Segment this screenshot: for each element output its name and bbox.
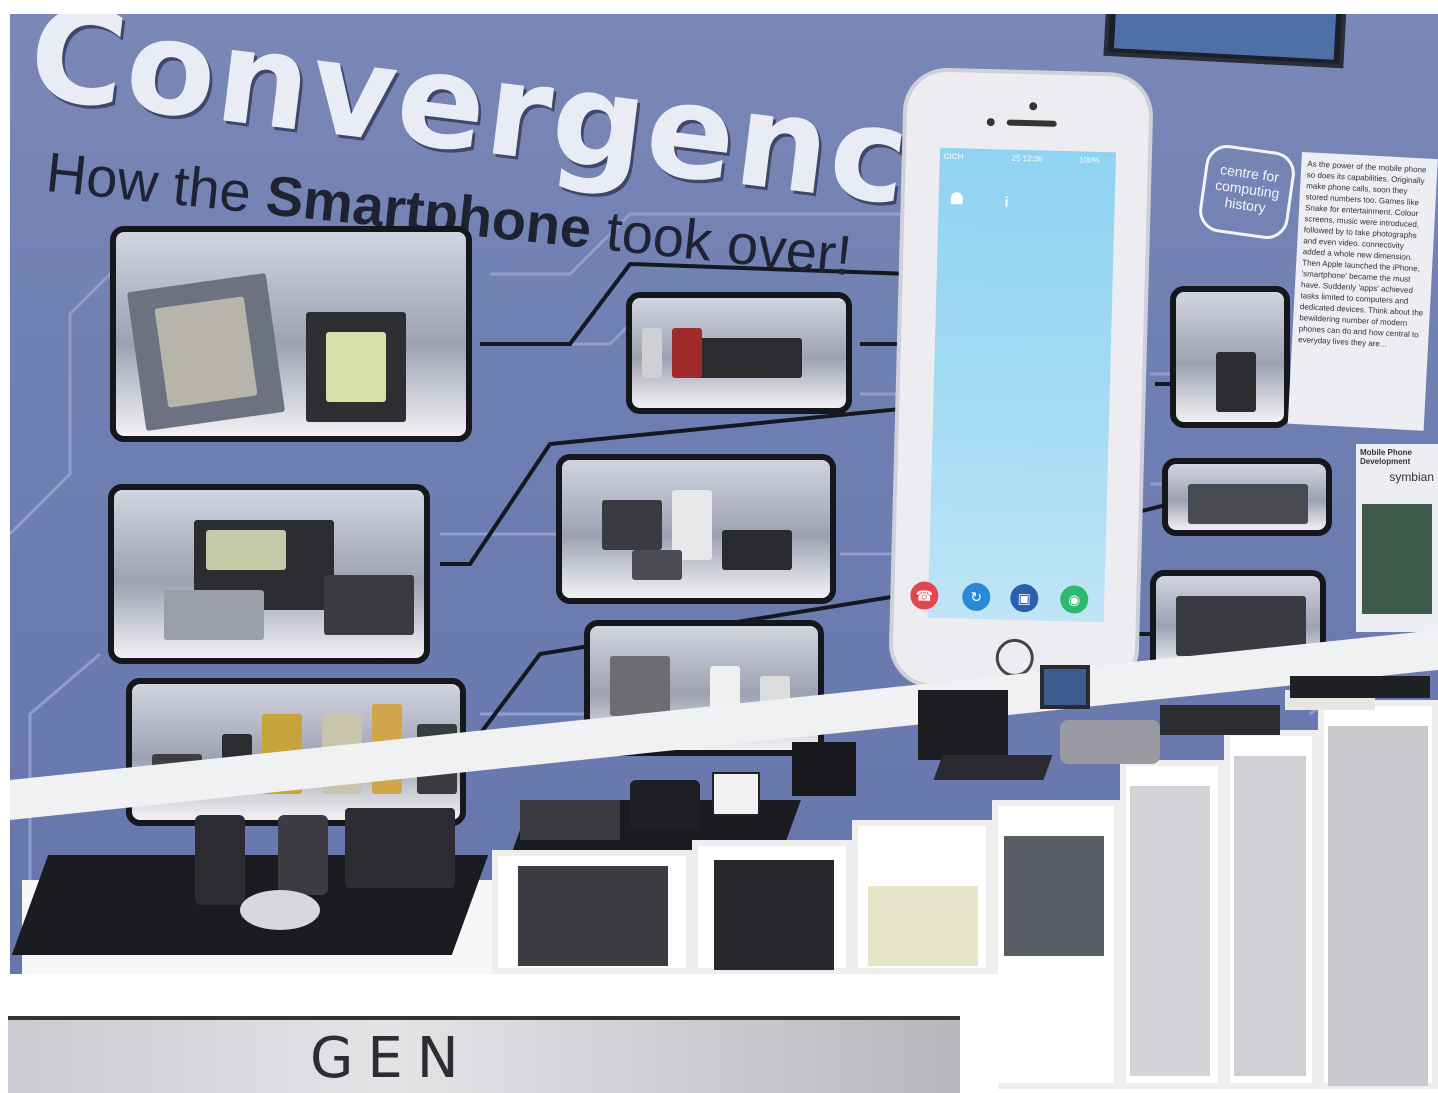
pda-on-counter <box>195 815 245 905</box>
mini-laptop-on-counter <box>345 808 455 888</box>
info-icon: i <box>1004 193 1009 210</box>
display-case-tablets <box>110 226 472 442</box>
camera-on-counter <box>630 780 700 830</box>
clock-label: 25 12:36 <box>1011 153 1043 164</box>
cubby-interior <box>518 866 668 966</box>
display-case-camcorder <box>626 292 852 414</box>
display-case-mobiles <box>1162 458 1332 536</box>
home-computer-device <box>1160 705 1280 735</box>
centre-for-computing-history-logo: centre for computing history <box>1196 142 1298 242</box>
map-app-icon[interactable]: ▣ <box>1009 583 1039 613</box>
handheld-device <box>1216 352 1256 412</box>
shelf-cubby-7 <box>1318 700 1438 1089</box>
cubby-interior <box>1130 786 1210 1076</box>
cubby-interior <box>1234 756 1306 1076</box>
display-case-organisers <box>108 484 430 664</box>
front-camera-icon <box>1029 102 1038 111</box>
camera-device-1 <box>602 500 662 550</box>
cubby-interior <box>1328 726 1428 1086</box>
phone-app-icon[interactable]: ☎ <box>909 581 939 610</box>
laptop-keyboard <box>933 755 1053 780</box>
battery-label: 100% <box>1078 155 1100 165</box>
info-panel: As the power of the mobile phone so does… <box>1287 152 1438 431</box>
shelf-cubby-6 <box>1224 730 1318 1089</box>
cubby-interior <box>714 860 834 970</box>
shelf-cubby-3 <box>852 820 992 974</box>
cubby-interior <box>1004 836 1104 956</box>
black-box-on-counter <box>792 742 856 796</box>
psion-device <box>164 590 264 640</box>
second-photo-sign-text: GEN <box>310 1026 473 1091</box>
status-bar: CICH 25 12:36 100% <box>944 152 1112 168</box>
small-handheld <box>642 328 662 378</box>
home-button-icon[interactable] <box>995 638 1035 678</box>
tablet-screen <box>154 296 258 408</box>
info-panel2-title: Mobile Phone Development <box>1360 448 1412 466</box>
second-photo-inset: GEN <box>0 974 998 1093</box>
symbian-logo: symbian <box>1389 470 1434 484</box>
giant-smartphone-display: CICH 25 12:36 100% i ☎ ↻ ▣ ◉ <box>887 66 1155 694</box>
carrier-label: CICH <box>943 151 964 162</box>
shelf-cubby-5 <box>1120 760 1224 1089</box>
desk-phone-device <box>1060 720 1160 764</box>
camera-app-icon[interactable]: ◉ <box>1059 585 1089 614</box>
laptop-on-counter <box>918 690 1008 760</box>
shelf-cubby-1 <box>492 850 692 974</box>
shelf-cubby-4 <box>992 800 1120 1089</box>
speaker-grille <box>1006 119 1057 127</box>
display-case-handhelds <box>1170 286 1290 428</box>
refresh-app-icon[interactable]: ↻ <box>961 582 991 612</box>
info-panel-development: Mobile Phone Development symbian <box>1356 444 1438 632</box>
discman-device <box>610 656 670 716</box>
red-case-device <box>672 328 702 378</box>
camera-device-4 <box>632 550 682 580</box>
organiser-screen <box>206 530 286 570</box>
cubby-interior <box>868 886 978 966</box>
palm-on-counter <box>278 815 328 895</box>
exhibit-photo-collage: Convergence How the Smartphone took over… <box>0 0 1438 1093</box>
camera-device-3 <box>722 530 792 570</box>
photo-frame-on-counter <box>712 772 760 816</box>
mobile-phones <box>1188 484 1308 524</box>
second-photo-wall <box>8 1016 960 1093</box>
organiser-on-counter <box>520 800 620 840</box>
disc-player-on-counter <box>240 890 320 930</box>
monitor-screen <box>1113 14 1337 60</box>
camcorder-device <box>692 338 802 378</box>
front-sensor-icon <box>986 118 995 127</box>
phone-screen[interactable]: CICH 25 12:36 100% i ☎ ↻ ▣ ◉ <box>909 147 1116 623</box>
circuit-board-image <box>1362 504 1432 614</box>
keyboard-device <box>324 575 414 635</box>
black-console-device <box>1290 676 1430 698</box>
small-tv-device <box>1040 665 1090 709</box>
shelf-cubby-2 <box>692 840 852 974</box>
pda-screen <box>326 332 386 402</box>
display-case-cameras <box>556 454 836 604</box>
android-icon <box>950 192 963 205</box>
